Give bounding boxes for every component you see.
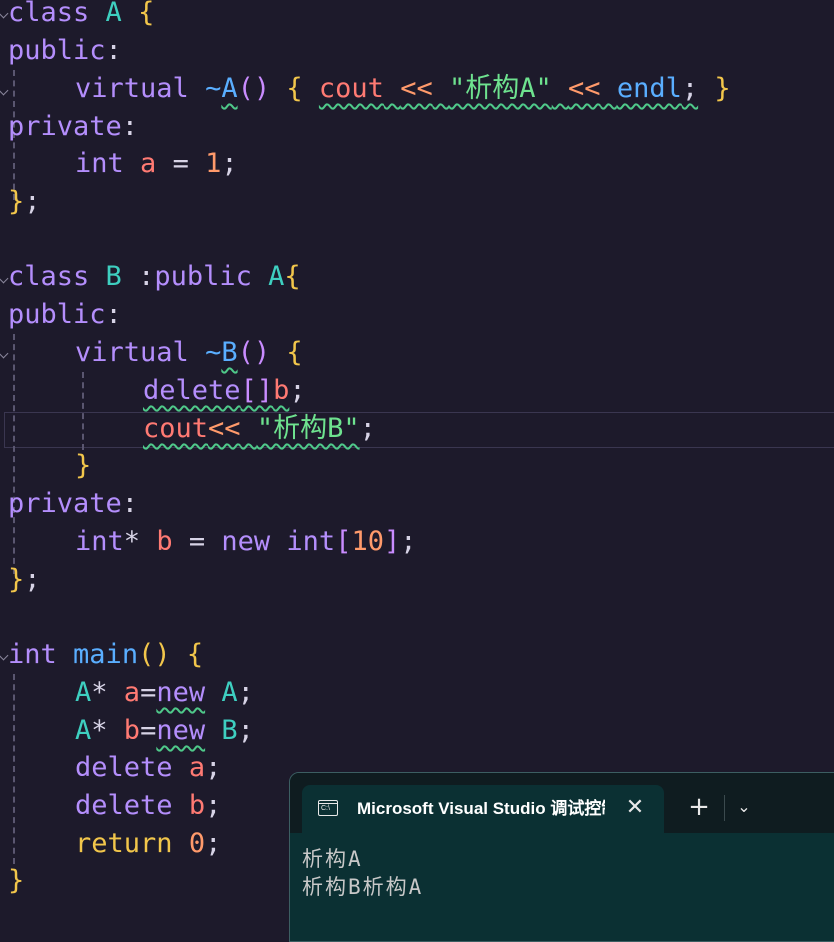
keyword: virtual — [75, 73, 189, 104]
keyword: class — [8, 0, 90, 28]
access-specifier: private — [8, 111, 122, 142]
code-line-14[interactable]: private: — [8, 485, 138, 523]
fold-chevron-icon[interactable] — [0, 85, 9, 96]
class-name: A — [105, 0, 122, 28]
code-line-21[interactable]: delete a; — [75, 749, 221, 787]
code-line-10[interactable]: virtual ~B() { — [75, 334, 303, 372]
code-line-20[interactable]: A* b=new B; — [75, 712, 254, 750]
code-line-5[interactable]: int a = 1; — [75, 145, 238, 183]
code-line-1[interactable]: class A { — [8, 0, 154, 32]
console-output-line: 析构B析构A — [302, 875, 424, 899]
code-line-6[interactable]: }; — [8, 183, 41, 221]
new-tab-button[interactable]: + — [683, 785, 715, 829]
console-output-line: 析构A — [302, 847, 363, 871]
brace: { — [138, 0, 155, 28]
code-line-15[interactable]: int* b = new int[10]; — [75, 523, 417, 561]
code-line-11[interactable]: delete[]b; — [143, 372, 306, 410]
current-line-highlight — [4, 412, 834, 448]
access-specifier: public — [8, 35, 106, 66]
chevron-down-icon[interactable]: ⌄ — [732, 785, 756, 829]
debug-console-window[interactable]: C:\ Microsoft Visual Studio 调试控制台 ✕ + ⌄ … — [289, 772, 834, 942]
code-line-19[interactable]: A* a=new A; — [75, 674, 254, 712]
terminal-tab-strip: C:\ Microsoft Visual Studio 调试控制台 ✕ + ⌄ — [290, 773, 834, 833]
code-line-18[interactable]: int main() { — [8, 636, 203, 674]
code-line-12[interactable]: cout<< "析构B"; — [143, 410, 376, 448]
code-line-2[interactable]: public: — [8, 32, 122, 70]
code-line-24[interactable]: } — [8, 862, 24, 900]
code-line-16[interactable]: }; — [8, 561, 41, 599]
code-line-3[interactable]: virtual ~A() { cout << "析构A" << endl; } — [75, 70, 731, 108]
indent-guide — [82, 372, 84, 450]
code-line-23[interactable]: return 0; — [75, 825, 221, 863]
terminal-tab[interactable]: C:\ Microsoft Visual Studio 调试控制台 ✕ — [302, 785, 664, 833]
console-icon: C:\ — [318, 800, 338, 816]
code-line-9[interactable]: public: — [8, 296, 122, 334]
destructor-name: A — [221, 73, 238, 104]
tab-separator — [724, 795, 725, 821]
fold-chevron-icon[interactable] — [0, 348, 9, 359]
code-line-22[interactable]: delete b; — [75, 787, 221, 825]
code-line-8[interactable]: class B :public A{ — [8, 258, 301, 296]
code-line-4[interactable]: private: — [8, 108, 138, 146]
indent-guide — [13, 674, 15, 864]
close-icon[interactable]: ✕ — [620, 785, 650, 833]
tab-title: Microsoft Visual Studio 调试控制台 — [357, 799, 605, 818]
code-line-13[interactable]: } — [75, 447, 91, 485]
indent-guide — [13, 334, 15, 574]
